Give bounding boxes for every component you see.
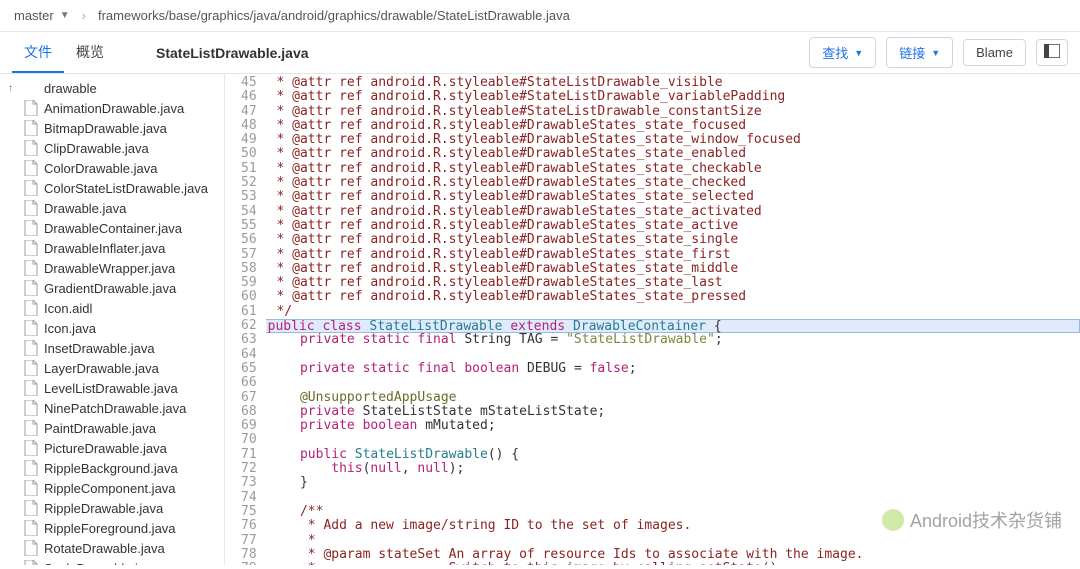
tree-item[interactable]: InsetDrawable.java [0, 338, 224, 358]
tree-item[interactable]: RippleBackground.java [0, 458, 224, 478]
file-icon [24, 140, 38, 156]
file-name: LevelListDrawable.java [44, 381, 178, 396]
folder-name: drawable [44, 81, 97, 96]
tree-item[interactable]: DrawableWrapper.java [0, 258, 224, 278]
tree-item[interactable]: Drawable.java [0, 198, 224, 218]
file-name: BitmapDrawable.java [44, 121, 167, 136]
tree-item[interactable]: ColorDrawable.java [0, 158, 224, 178]
tree-item[interactable]: ClipDrawable.java [0, 138, 224, 158]
file-name: Icon.java [44, 321, 96, 336]
file-icon [24, 300, 38, 316]
file-name: RotateDrawable.java [44, 541, 165, 556]
file-name: GradientDrawable.java [44, 281, 176, 296]
code-content: * @attr ref android.R.styleable#StateLis… [267, 74, 1080, 565]
file-icon [24, 460, 38, 476]
filename-header: StateListDrawable.java [136, 45, 309, 61]
chevron-down-icon: ▼ [931, 48, 940, 58]
file-name: Drawable.java [44, 201, 126, 216]
file-icon [24, 220, 38, 236]
code-viewer[interactable]: 4546474849505152535455565758596061626364… [225, 74, 1080, 565]
chevron-down-icon: ▼ [854, 48, 863, 58]
tree-item[interactable]: LayerDrawable.java [0, 358, 224, 378]
tree-item[interactable]: GradientDrawable.java [0, 278, 224, 298]
file-icon [24, 520, 38, 536]
line-numbers: 4546474849505152535455565758596061626364… [225, 74, 267, 565]
blame-button[interactable]: Blame [963, 39, 1026, 66]
file-icon [24, 560, 38, 565]
file-name: PaintDrawable.java [44, 421, 156, 436]
file-name: ColorStateListDrawable.java [44, 181, 208, 196]
tree-item[interactable]: RippleDrawable.java [0, 498, 224, 518]
file-icon [24, 480, 38, 496]
file-name: RippleDrawable.java [44, 501, 163, 516]
file-icon [24, 200, 38, 216]
tree-item[interactable]: BitmapDrawable.java [0, 118, 224, 138]
branch-name: master [14, 8, 54, 23]
find-label: 查找 [822, 43, 848, 62]
tree-item[interactable]: PaintDrawable.java [0, 418, 224, 438]
file-name: DrawableWrapper.java [44, 261, 175, 276]
file-icon [24, 420, 38, 436]
file-icon [24, 500, 38, 516]
file-icon [24, 340, 38, 356]
file-icon [24, 160, 38, 176]
file-name: AnimationDrawable.java [44, 101, 184, 116]
file-name: ScaleDrawable.java [44, 561, 159, 566]
tree-item[interactable]: ScaleDrawable.java [0, 558, 224, 565]
breadcrumb[interactable]: frameworks/base/graphics/java/android/gr… [98, 8, 570, 23]
tree-item[interactable]: Icon.aidl [0, 298, 224, 318]
find-button[interactable]: 查找 ▼ [809, 37, 876, 68]
file-name: RippleForeground.java [44, 521, 176, 536]
folder-icon [24, 80, 38, 96]
link-label: 链接 [899, 43, 925, 62]
branch-selector[interactable]: master ▼ [14, 8, 70, 23]
file-name: LayerDrawable.java [44, 361, 159, 376]
panel-icon [1044, 44, 1060, 58]
file-icon [24, 320, 38, 336]
tree-item[interactable]: DrawableInflater.java [0, 238, 224, 258]
tree-item[interactable]: ColorStateListDrawable.java [0, 178, 224, 198]
tree-item[interactable]: RotateDrawable.java [0, 538, 224, 558]
tree-item[interactable]: LevelListDrawable.java [0, 378, 224, 398]
tab-files[interactable]: 文件 [12, 32, 64, 73]
file-icon [24, 120, 38, 136]
tree-item[interactable]: RippleComponent.java [0, 478, 224, 498]
file-icon [24, 240, 38, 256]
top-bar: master ▼ › frameworks/base/graphics/java… [0, 0, 1080, 32]
file-icon [24, 260, 38, 276]
tree-item[interactable]: AnimationDrawable.java [0, 98, 224, 118]
file-icon [24, 540, 38, 556]
tree-item[interactable]: DrawableContainer.java [0, 218, 224, 238]
tree-item[interactable]: NinePatchDrawable.java [0, 398, 224, 418]
file-name: ColorDrawable.java [44, 161, 157, 176]
file-name: PictureDrawable.java [44, 441, 167, 456]
tree-item[interactable]: RippleForeground.java [0, 518, 224, 538]
chevron-down-icon: ▼ [60, 10, 70, 21]
file-icon [24, 360, 38, 376]
file-name: NinePatchDrawable.java [44, 401, 186, 416]
up-arrow-icon: ↑ [8, 83, 18, 94]
file-name: DrawableContainer.java [44, 221, 182, 236]
file-icon [24, 380, 38, 396]
tree-item[interactable]: Icon.java [0, 318, 224, 338]
file-name: InsetDrawable.java [44, 341, 155, 356]
file-name: DrawableInflater.java [44, 241, 165, 256]
tree-item[interactable]: PictureDrawable.java [0, 438, 224, 458]
file-name: RippleComponent.java [44, 481, 176, 496]
file-icon [24, 440, 38, 456]
link-button[interactable]: 链接 ▼ [886, 37, 953, 68]
file-icon [24, 100, 38, 116]
file-icon [24, 180, 38, 196]
tree-up-folder[interactable]: ↑ drawable [0, 78, 224, 98]
secondary-bar: 文件 概览 StateListDrawable.java 查找 ▼ 链接 ▼ Bla… [0, 32, 1080, 74]
breadcrumb-separator: › [82, 8, 86, 23]
file-name: RippleBackground.java [44, 461, 178, 476]
file-icon [24, 280, 38, 296]
tab-overview[interactable]: 概览 [64, 32, 116, 73]
panel-toggle-button[interactable] [1036, 39, 1068, 66]
file-name: ClipDrawable.java [44, 141, 149, 156]
file-name: Icon.aidl [44, 301, 92, 316]
file-tree-sidebar[interactable]: ↑ drawable AnimationDrawable.java BitmapDra… [0, 74, 225, 565]
file-icon [24, 400, 38, 416]
